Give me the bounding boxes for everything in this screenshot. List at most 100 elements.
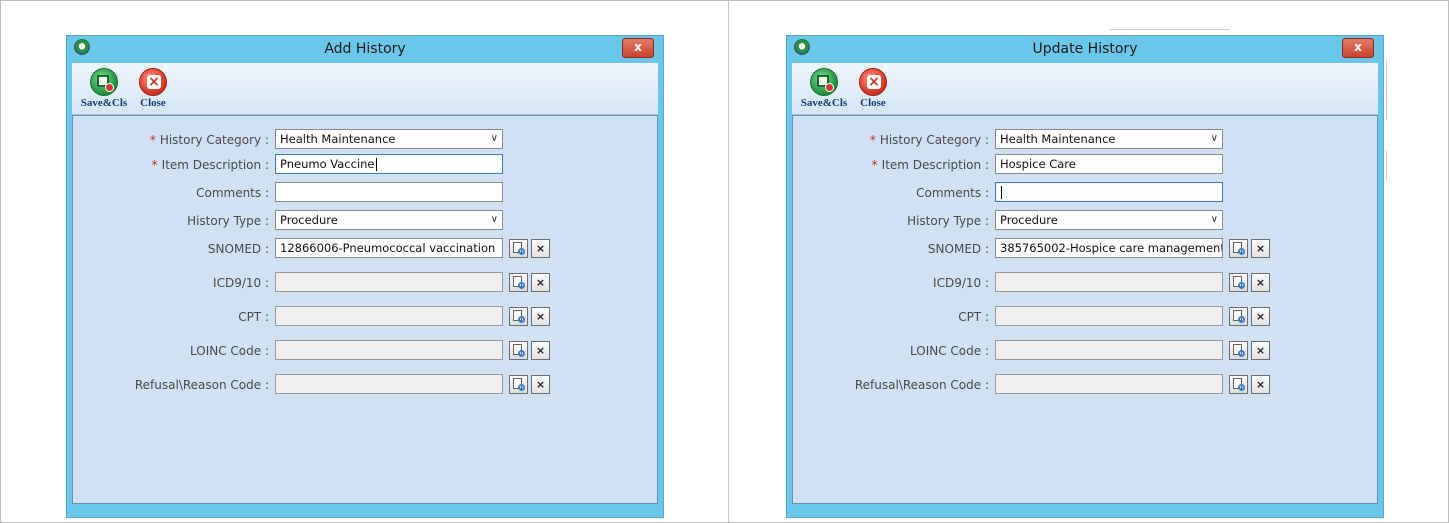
form-row-history-category: * History Category : Health Maintenance ∨: [73, 129, 657, 151]
save-and-close-button[interactable]: Save&Cls: [78, 68, 130, 109]
history-type-dropdown[interactable]: Procedure ∨: [275, 210, 503, 230]
history-category-dropdown[interactable]: Health Maintenance ∨: [995, 129, 1223, 149]
chevron-down-icon[interactable]: ∨: [491, 211, 498, 229]
field-label: ICD9/10 :: [793, 272, 989, 294]
lookup-search-button[interactable]: [1229, 239, 1248, 258]
clear-button[interactable]: ×: [531, 307, 550, 326]
form-row-item-description: * Item Description : Hospice Care: [793, 154, 1377, 176]
clear-button[interactable]: ×: [531, 239, 550, 258]
field-label: ICD9/10 :: [73, 272, 269, 294]
panel-divider: [728, 0, 729, 523]
lookup-search-button[interactable]: [1229, 307, 1248, 326]
lookup-search-button[interactable]: [509, 375, 528, 394]
field-label: CPT :: [793, 306, 989, 328]
close-button[interactable]: Close: [854, 68, 892, 109]
clear-button[interactable]: ×: [1251, 239, 1270, 258]
field-value: Procedure: [280, 213, 338, 227]
field-value: Health Maintenance: [280, 132, 396, 146]
comments-field[interactable]: [275, 182, 503, 202]
save-icon: [90, 68, 118, 96]
field-label-text: History Category :: [879, 133, 989, 147]
form-row-history-type: History Type : Procedure ∨: [793, 210, 1377, 232]
field-label: * History Category :: [793, 129, 989, 151]
loinc-code-field: [995, 340, 1223, 360]
field-value: Pneumo Vaccine: [280, 157, 375, 171]
lookup-search-button[interactable]: [509, 273, 528, 292]
clear-button[interactable]: ×: [531, 341, 550, 360]
comments-field[interactable]: [995, 182, 1223, 202]
snomed-field[interactable]: 12866006-Pneumococcal vaccination: [275, 238, 503, 258]
close-button[interactable]: Close: [134, 68, 172, 109]
add-history-dialog: Add History x Save&Cls Close *History Catego…: [66, 35, 664, 518]
lookup-search-button[interactable]: [509, 307, 528, 326]
item-description-field[interactable]: Hospice Care: [995, 154, 1223, 174]
dialog-title: Add History: [324, 41, 406, 57]
field-label-text: SNOMED :: [207, 242, 269, 256]
required-marker: *: [151, 158, 158, 172]
save-icon: [810, 68, 838, 96]
item-description-field[interactable]: Pneumo Vaccine: [275, 154, 503, 174]
field-label: CPT :: [73, 306, 269, 328]
clear-button[interactable]: ×: [1251, 341, 1270, 360]
lookup-search-button[interactable]: [509, 239, 528, 258]
field-label-text: History Type :: [187, 214, 269, 228]
field-value: 12866006-Pneumococcal vaccination: [280, 241, 496, 255]
field-value: Health Maintenance: [1000, 132, 1116, 146]
refusal-reason-code-field: [995, 374, 1223, 394]
field-label-text: Item Description :: [881, 158, 989, 172]
form-row-cpt: CPT : ×: [73, 306, 657, 328]
lookup-search-button[interactable]: [1229, 375, 1248, 394]
clear-button[interactable]: ×: [531, 273, 550, 292]
toolbar: Save&Cls Close: [792, 63, 1378, 115]
field-label: Comments :: [793, 182, 989, 204]
save-and-close-button[interactable]: Save&Cls: [798, 68, 850, 109]
field-label: Refusal\Reason Code :: [793, 374, 989, 396]
form-row-icd9-10: ICD9/10 : ×: [73, 272, 657, 294]
clear-button[interactable]: ×: [1251, 307, 1270, 326]
clear-button[interactable]: ×: [1251, 273, 1270, 292]
history-category-dropdown[interactable]: Health Maintenance ∨: [275, 129, 503, 149]
field-value: Procedure: [1000, 213, 1058, 227]
field-label: SNOMED :: [73, 238, 269, 260]
window-close-button[interactable]: x: [622, 38, 654, 58]
field-label-text: ICD9/10 :: [933, 276, 989, 290]
lookup-search-button[interactable]: [1229, 273, 1248, 292]
snomed-field[interactable]: 385765002-Hospice care management: [995, 238, 1223, 258]
refusal-reason-code-field: [275, 374, 503, 394]
title-bar[interactable]: Update History x: [787, 36, 1383, 63]
chevron-down-icon[interactable]: ∨: [491, 130, 498, 148]
form-row-cpt: CPT : ×: [793, 306, 1377, 328]
cpt-field: [275, 306, 503, 326]
title-bar[interactable]: Add History x: [67, 36, 663, 63]
lookup-search-button[interactable]: [1229, 341, 1248, 360]
field-label-text: Comments :: [916, 186, 989, 200]
close-label: Close: [860, 97, 886, 109]
window-close-button[interactable]: x: [1342, 38, 1374, 58]
text-cursor: [1001, 186, 1002, 199]
background-fragment: [1386, 60, 1387, 120]
history-type-dropdown[interactable]: Procedure ∨: [995, 210, 1223, 230]
field-label-text: Item Description :: [161, 158, 269, 172]
required-marker: *: [871, 158, 878, 172]
form-row-comments: Comments :: [73, 182, 657, 204]
field-label: Comments :: [73, 182, 269, 204]
lookup-search-button[interactable]: [509, 341, 528, 360]
close-icon: [139, 68, 167, 96]
form-area: * History Category : Health Maintenance ∨ * I…: [792, 115, 1378, 504]
close-label: Close: [140, 97, 166, 109]
form-row-refusal-reason-code: Refusal\Reason Code : ×: [73, 374, 657, 396]
field-label: History Type :: [793, 210, 989, 232]
field-value: 385765002-Hospice care management: [1000, 241, 1223, 255]
field-label-text: ICD9/10 :: [213, 276, 269, 290]
field-value: Hospice Care: [1000, 157, 1076, 171]
chevron-down-icon[interactable]: ∨: [1211, 211, 1218, 229]
dialog-title: Update History: [1032, 41, 1138, 57]
form-row-snomed: SNOMED : 12866006-Pneumococcal vaccinatio…: [73, 238, 657, 260]
toolbar: Save&Cls Close: [72, 63, 658, 115]
clear-button[interactable]: ×: [531, 375, 550, 394]
clear-button[interactable]: ×: [1251, 375, 1270, 394]
field-label-text: Comments :: [196, 186, 269, 200]
chevron-down-icon[interactable]: ∨: [1211, 130, 1218, 148]
background-fragment: [1386, 150, 1387, 180]
field-label: * History Category :: [73, 129, 269, 151]
